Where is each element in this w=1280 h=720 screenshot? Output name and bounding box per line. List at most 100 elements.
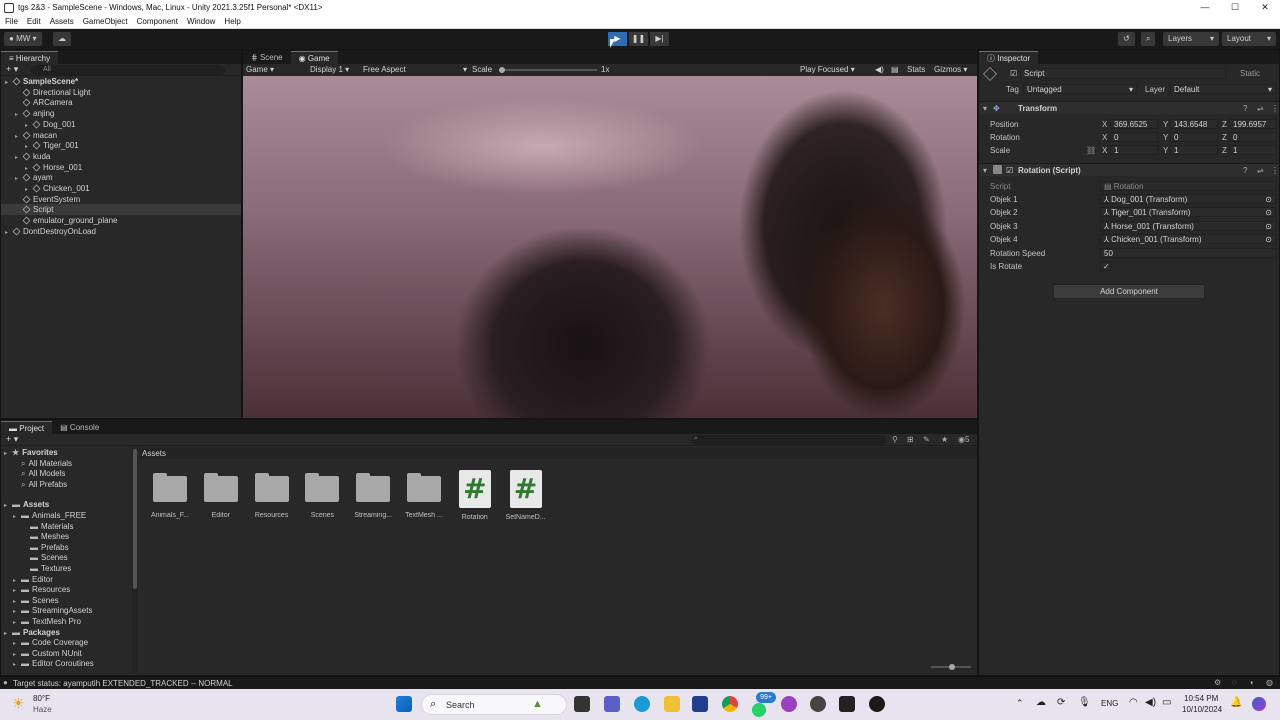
add-object-button[interactable]: + ▾	[6, 64, 18, 75]
static-toggle[interactable]: Static	[1240, 69, 1260, 78]
objek3-field[interactable]: ⅄ Horse_001 (Transform) ⊙	[1100, 221, 1276, 231]
tag-dropdown[interactable]: Untagged ▾	[1023, 84, 1137, 94]
minimize-button[interactable]: —	[1190, 0, 1220, 15]
folder-asset[interactable]: Scenes	[300, 473, 344, 519]
hierarchy-item[interactable]: Directional Light	[1, 87, 241, 98]
history-button[interactable]: ↺	[1118, 32, 1135, 46]
tree-scrollbar[interactable]	[132, 447, 138, 673]
filter-by-type-icon[interactable]: ⚲	[892, 435, 898, 444]
menu-window[interactable]: Window	[187, 17, 215, 26]
project-tree-item[interactable]: ▬ Prefabs	[1, 542, 131, 553]
tab-inspector[interactable]: ⓘ Inspector	[979, 51, 1039, 64]
project-tree-item[interactable]: ▸ ★ Favorites	[1, 447, 131, 458]
hierarchy-item[interactable]: ▸ anjing	[1, 108, 241, 119]
hierarchy-item[interactable]: ▸ SampleScene*	[1, 76, 241, 87]
project-tree-item[interactable]: ⌕ All Models	[1, 468, 131, 479]
hierarchy-item[interactable]: ▸ Tiger_001	[1, 140, 241, 151]
mute-audio-button[interactable]: ◀)	[875, 65, 884, 74]
icon-size-slider[interactable]	[931, 664, 971, 670]
unity-hub-icon[interactable]	[810, 696, 826, 712]
teams-icon[interactable]	[604, 696, 620, 712]
help-icon[interactable]: ?	[1243, 104, 1247, 113]
hierarchy-item[interactable]: ARCamera	[1, 97, 241, 108]
project-tree-item[interactable]: ▸ ▬ StreamingAssets	[1, 605, 131, 616]
copilot-icon[interactable]	[1252, 697, 1266, 711]
hierarchy-item[interactable]: emulator_ground_plane	[1, 215, 241, 226]
menu-edit[interactable]: Edit	[27, 17, 41, 26]
edge-icon[interactable]	[634, 696, 650, 712]
project-tree-item[interactable]: ▬ Meshes	[1, 531, 131, 542]
menu-component[interactable]: Component	[137, 17, 178, 26]
clock-time[interactable]: 10:54 PM	[1184, 694, 1218, 703]
maximize-button[interactable]: ☐	[1220, 0, 1250, 15]
weather-desc[interactable]: Haze	[33, 705, 52, 714]
obs-icon[interactable]	[869, 696, 885, 712]
rotation-speed-field[interactable]: 50	[1100, 248, 1276, 258]
objek1-field[interactable]: ⅄ Dog_001 (Transform) ⊙	[1100, 194, 1276, 204]
tab-console[interactable]: ▤ Console	[52, 421, 107, 434]
folder-asset[interactable]: Resources	[250, 473, 294, 519]
file-explorer-icon[interactable]	[664, 696, 680, 712]
hierarchy-item[interactable]: ▸ macan	[1, 130, 241, 141]
chrome-icon[interactable]	[722, 696, 738, 712]
tab-hierarchy[interactable]: ≡ Hierarchy	[1, 51, 59, 64]
hierarchy-item[interactable]: ▸ DontDestroyOnLoad	[1, 226, 241, 237]
stats-toggle-icon[interactable]: ▤	[891, 65, 899, 74]
chrome-profile-icon[interactable]	[781, 696, 797, 712]
project-search-input[interactable]: ⌕	[691, 435, 887, 445]
create-asset-button[interactable]: + ▾	[6, 434, 18, 445]
project-tree-item[interactable]: ▸ ▬ Packages	[1, 627, 131, 638]
scale-slider[interactable]	[499, 67, 597, 73]
cloud-icon[interactable]: ☁	[1036, 697, 1046, 708]
rotation-script-header[interactable]: ▾ ☑ Rotation (Script) ? ⇌ ⋮	[979, 163, 1279, 176]
kebab-menu-icon[interactable]: ⋮	[1271, 166, 1279, 175]
scale-z-field[interactable]: 1	[1229, 145, 1277, 155]
project-tree-item[interactable]: ▸ ▬ Editor	[1, 574, 131, 585]
gizmos-dropdown[interactable]: Gizmos ▾	[934, 65, 967, 74]
close-button[interactable]: ✕	[1250, 0, 1280, 15]
folder-asset[interactable]: TextMesh ...	[402, 473, 446, 519]
fold-arrow-icon[interactable]: ▸	[13, 660, 21, 671]
object-name-field[interactable]: Script	[1020, 68, 1226, 79]
fold-arrow-icon[interactable]: ▸	[5, 228, 13, 239]
project-tree-item[interactable]: ▸ ▬ Editor Coroutines	[1, 658, 131, 669]
tab-project[interactable]: ▬ Project	[1, 421, 53, 434]
position-x-field[interactable]: 369.6525	[1110, 119, 1158, 129]
pause-button[interactable]: ❚❚	[629, 32, 648, 46]
start-windows-icon[interactable]	[396, 696, 412, 712]
microphone-icon[interactable]: 🎙	[1078, 697, 1091, 708]
project-tree-item[interactable]: ▸ ▬ Scenes	[1, 595, 131, 606]
display-dropdown[interactable]: Display 1 ▾	[310, 65, 349, 74]
visual-studio-icon[interactable]	[692, 696, 708, 712]
task-view-icon[interactable]	[574, 696, 590, 712]
objek4-field[interactable]: ⅄ Chicken_001 (Transform) ⊙	[1100, 234, 1276, 244]
rotation-z-field[interactable]: 0	[1229, 132, 1277, 142]
favorite-star-icon[interactable]: ★	[941, 435, 948, 444]
menu-assets[interactable]: Assets	[50, 17, 74, 26]
cloud-button[interactable]: ☁	[53, 32, 71, 46]
rotation-x-field[interactable]: 0	[1110, 132, 1158, 142]
hierarchy-item[interactable]: ▸ Horse_001	[1, 162, 241, 173]
scale-y-field[interactable]: 1	[1170, 145, 1218, 155]
presets-icon[interactable]: ⇌	[1257, 104, 1264, 113]
position-y-field[interactable]: 143.6548	[1170, 119, 1218, 129]
script-asset[interactable]: # Rotation	[453, 470, 497, 521]
menu-help[interactable]: Help	[224, 17, 240, 26]
tag-icon[interactable]: ✎	[923, 435, 930, 444]
hierarchy-search-input[interactable]: All	[31, 65, 225, 75]
tab-scene[interactable]: ⋕ Scene	[243, 51, 291, 64]
hierarchy-item[interactable]: EventSystem	[1, 194, 241, 205]
breadcrumb[interactable]: Assets	[142, 449, 166, 458]
project-tree-item[interactable]: ▸ ▬ Animals_FREE	[1, 510, 131, 521]
hierarchy-item[interactable]: ▸ kuda	[1, 151, 241, 162]
position-z-field[interactable]: 199.6957	[1229, 119, 1277, 129]
folder-asset[interactable]: Streaming...	[351, 473, 395, 519]
notification-bell-icon[interactable]: 🔔	[1230, 697, 1242, 708]
folder-asset[interactable]: Animals_F...	[148, 473, 192, 519]
active-checkbox[interactable]: ☑	[1010, 69, 1017, 78]
search-button[interactable]: ⌕	[1141, 32, 1156, 46]
status-message[interactable]: Target status: ayamputih EXTENDED_TRACKE…	[13, 679, 233, 688]
kebab-menu-icon[interactable]: ⋮	[1271, 104, 1279, 113]
game-mode-dropdown[interactable]: Game ▾	[246, 65, 274, 74]
project-tree-item[interactable]: ⌕ All Prefabs	[1, 479, 131, 490]
